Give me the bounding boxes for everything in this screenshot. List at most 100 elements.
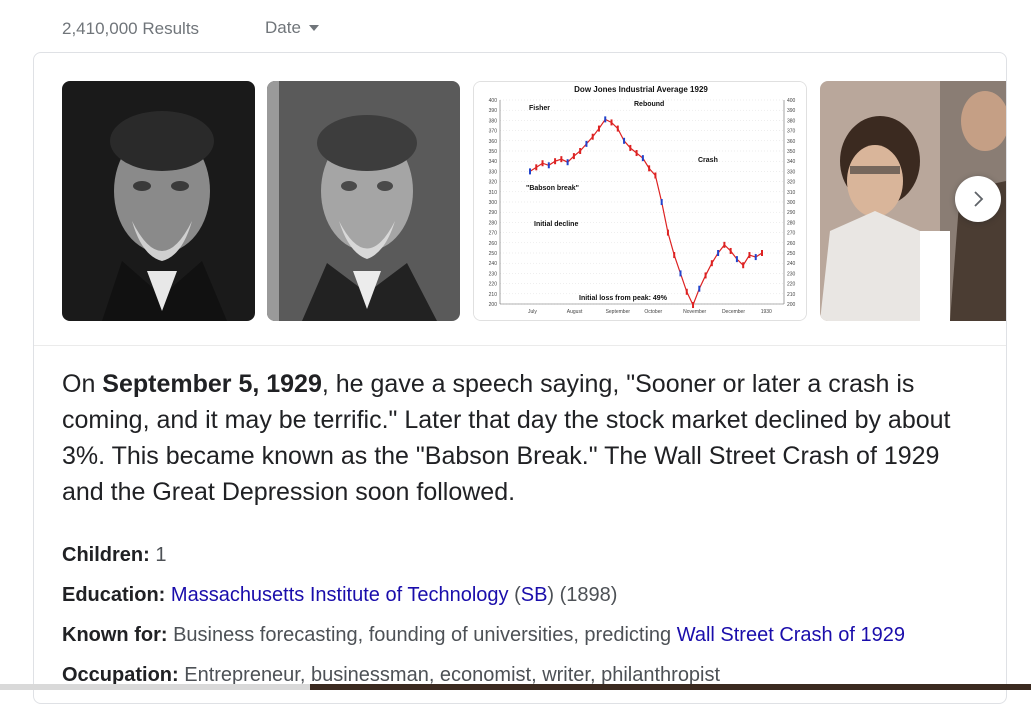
y-tick-label: 200 <box>787 302 796 308</box>
data-point <box>585 140 588 147</box>
data-point <box>654 172 657 179</box>
y-tick-label: 390 <box>489 108 498 114</box>
y-tick-label: 380 <box>787 118 796 124</box>
data-point <box>560 156 563 163</box>
y-tick-label: 260 <box>489 241 498 247</box>
y-tick-label: 320 <box>787 180 796 186</box>
y-tick-label: 220 <box>489 282 498 288</box>
y-tick-label: 310 <box>787 190 796 196</box>
y-tick-label: 370 <box>489 129 498 135</box>
y-tick-label: 390 <box>787 108 796 114</box>
data-point <box>572 153 575 160</box>
y-tick-label: 290 <box>489 210 498 216</box>
data-point <box>635 150 638 157</box>
y-tick-label: 350 <box>787 149 796 155</box>
chart-annotation: "Babson break" <box>526 185 579 192</box>
data-point <box>604 116 607 123</box>
y-tick-label: 360 <box>787 139 796 145</box>
data-point <box>666 229 669 236</box>
y-tick-label: 370 <box>787 129 796 135</box>
y-tick-label: 340 <box>787 159 796 165</box>
data-point <box>554 158 557 165</box>
fact-value: Entrepreneur, businessman, economist, wr… <box>178 664 721 686</box>
y-tick-label: 320 <box>489 180 498 186</box>
chart-annotation: Fisher <box>529 105 550 112</box>
description-text: On September 5, 1929, he gave a speech s… <box>62 366 982 510</box>
data-point <box>679 270 682 277</box>
data-point <box>591 133 594 140</box>
divider <box>34 345 1006 346</box>
x-tick-label: September <box>606 309 631 315</box>
data-point <box>529 168 531 175</box>
data-point <box>629 144 632 151</box>
date-filter-label: Date <box>265 18 301 37</box>
knowledge-card: Dow Jones Industrial Average 1929 400 390… <box>33 52 1007 704</box>
y-tick-label: 340 <box>489 159 498 165</box>
y-tick-label: 240 <box>787 261 796 267</box>
data-point <box>566 159 569 166</box>
y-tick-label: 220 <box>787 282 796 288</box>
y-tick-label: 250 <box>787 251 796 257</box>
y-tick-label: 380 <box>489 118 498 124</box>
y-tick-label: 300 <box>489 200 498 206</box>
chart-annotation: Rebound <box>634 101 664 108</box>
data-point <box>547 162 550 169</box>
portrait-2-image <box>267 81 460 321</box>
y-tick-label: 290 <box>787 210 796 216</box>
portrait-photo-2[interactable] <box>267 81 460 321</box>
fact-label: Known for: <box>62 624 168 646</box>
y-tick-label: 330 <box>489 169 498 175</box>
results-bar: 2,410,000 Results <box>62 18 199 40</box>
data-point <box>610 119 613 126</box>
chart-annotation: Initial loss from peak: 49% <box>579 295 668 302</box>
y-tick-label: 350 <box>489 149 498 155</box>
y-tick-label: 400 <box>787 98 796 104</box>
fact-children: Children: 1 <box>62 535 982 575</box>
mit-link[interactable]: Massachusetts Institute of Technology <box>171 584 509 606</box>
wall-street-crash-link[interactable]: Wall Street Crash of 1929 <box>677 624 905 646</box>
y-tick-label: 330 <box>787 169 796 175</box>
chart-annotation: Initial decline <box>534 221 578 228</box>
y-tick-label: 250 <box>489 251 498 257</box>
x-tick-label: November <box>683 309 706 315</box>
fact-sep: ( <box>508 584 521 606</box>
data-point <box>692 302 695 309</box>
dow-jones-chart-image[interactable]: Dow Jones Industrial Average 1929 400 390… <box>473 81 807 321</box>
y-tick-label: 270 <box>489 231 498 237</box>
data-point <box>597 125 600 132</box>
y-tick-label: 360 <box>489 139 498 145</box>
result-count: 2,410,000 Results <box>62 19 200 38</box>
fact-known-for: Known for: Business forecasting, foundin… <box>62 615 982 655</box>
data-point <box>648 165 651 172</box>
data-point <box>641 155 644 162</box>
image-gallery: Dow Jones Industrial Average 1929 400 390… <box>62 81 1006 323</box>
y-tick-label: 280 <box>787 220 796 226</box>
dow-jones-chart: Dow Jones Industrial Average 1929 400 390… <box>474 82 806 320</box>
data-point <box>742 262 745 269</box>
data-point <box>748 252 751 259</box>
chevron-right-icon <box>974 191 984 207</box>
fact-label: Children: <box>62 544 150 566</box>
data-point <box>754 254 757 261</box>
fact-education: Education: Massachusetts Institute of Te… <box>62 575 982 615</box>
fact-label: Education: <box>62 584 166 606</box>
data-point <box>729 247 732 254</box>
y-tick-label: 310 <box>489 190 498 196</box>
y-tick-label: 400 <box>489 98 498 104</box>
y-tick-label: 230 <box>787 271 796 277</box>
y-tick-label: 200 <box>489 302 498 308</box>
x-tick-label: 1930 <box>761 309 772 315</box>
y-tick-label: 260 <box>787 241 796 247</box>
description-date: September 5, 1929 <box>102 370 322 398</box>
portrait-photo-1[interactable] <box>62 81 255 321</box>
y-tick-label: 280 <box>489 220 498 226</box>
sb-link[interactable]: SB <box>521 584 548 606</box>
portrait-1-image <box>62 81 255 321</box>
data-point <box>704 272 707 279</box>
date-filter-dropdown[interactable]: Date <box>265 18 319 38</box>
next-image-button[interactable] <box>955 176 1001 222</box>
data-point <box>710 260 713 267</box>
chart-annotation: Crash <box>698 157 718 164</box>
fact-label: Occupation: <box>62 664 179 686</box>
data-point <box>673 252 676 259</box>
